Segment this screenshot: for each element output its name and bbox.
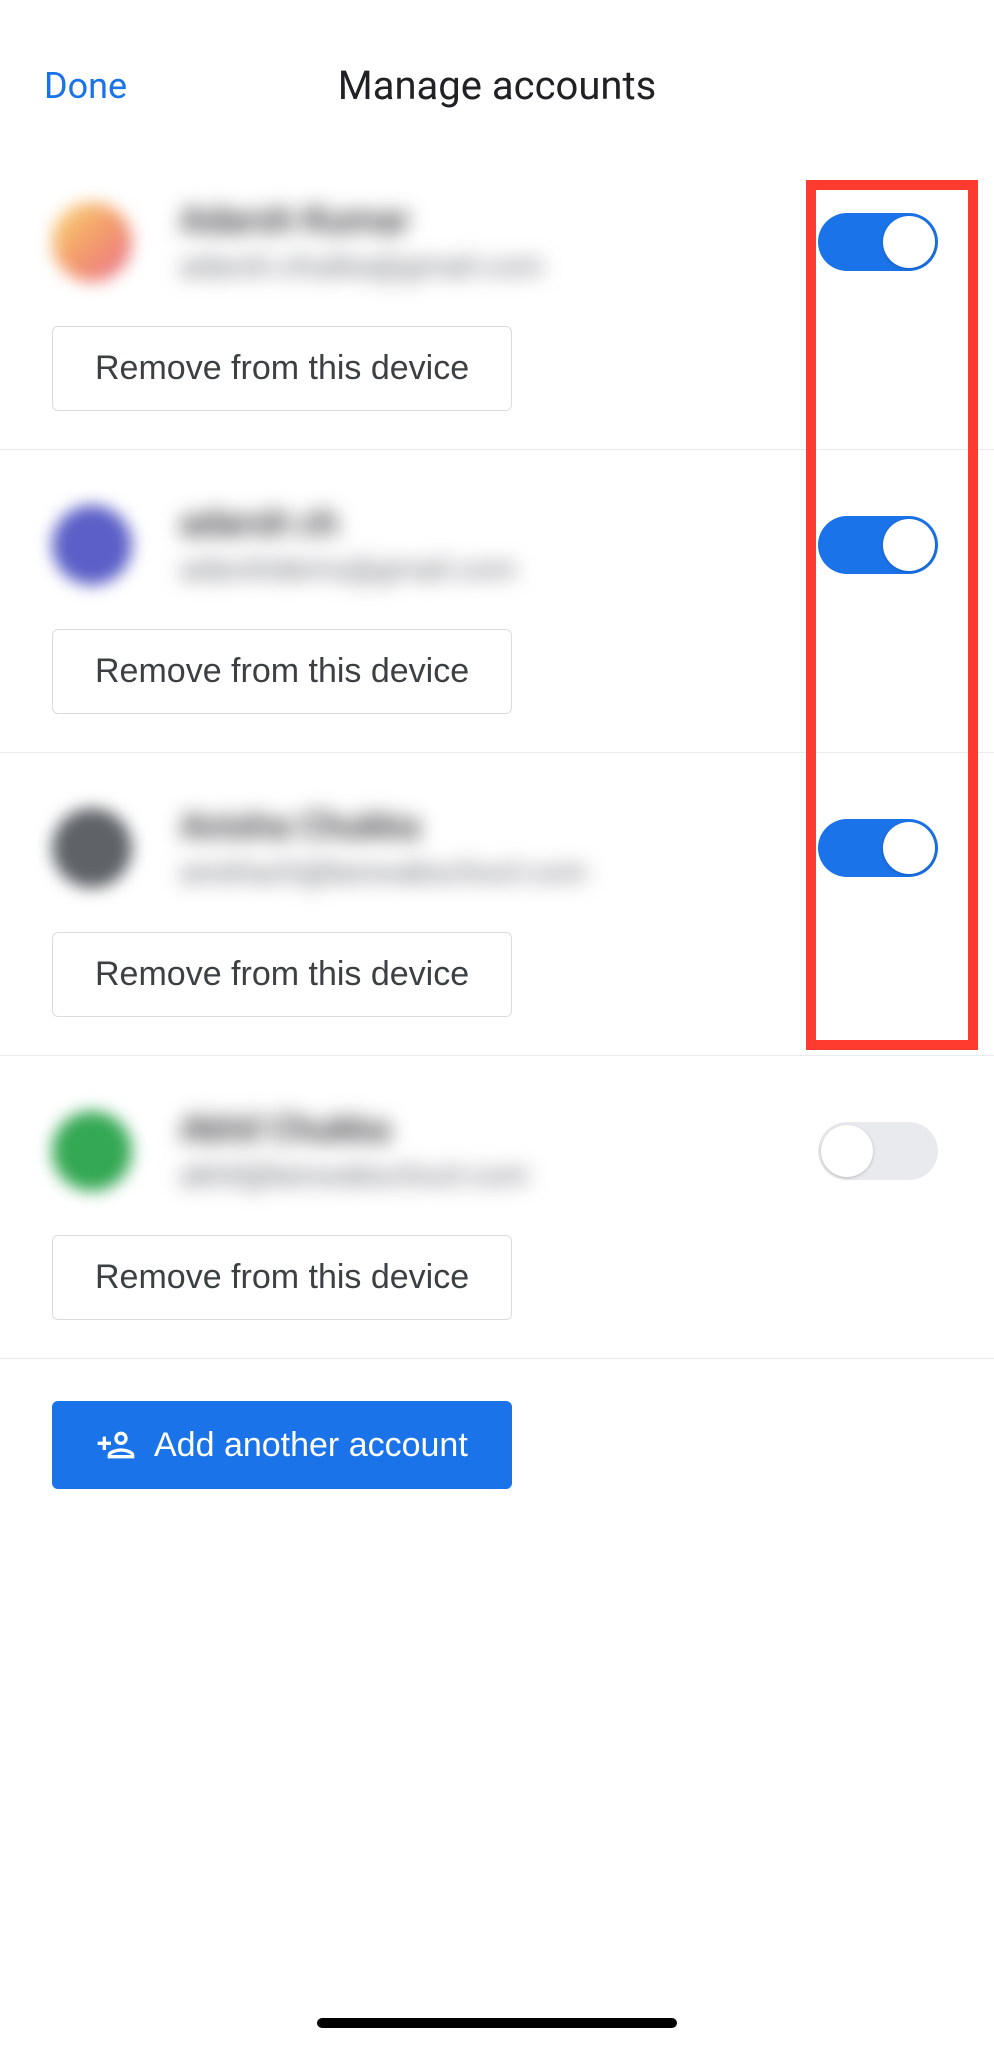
account-row: Adarsh Kumar adarsh.chukka@gmail.com <box>52 199 946 284</box>
toggle-container <box>818 516 946 574</box>
account-row: adarsh ch adarshdemo@gmail.com <box>52 502 946 587</box>
avatar <box>52 808 132 888</box>
avatar <box>52 1111 132 1191</box>
account-email: anishach@kenwabschool.com <box>180 855 818 890</box>
toggle-knob <box>883 519 935 571</box>
account-name: adarsh ch <box>180 502 818 544</box>
add-another-account-button[interactable]: Add another account <box>52 1401 512 1489</box>
remove-from-device-button[interactable]: Remove from this device <box>52 629 512 714</box>
account-row: Anisha Chukka anishach@kenwabschool.com <box>52 805 946 890</box>
add-account-label: Add another account <box>154 1426 468 1465</box>
account-name: Akhil Chukka <box>180 1108 818 1150</box>
toggle-container <box>818 213 946 271</box>
add-account-section: Add another account <box>0 1359 994 1531</box>
account-toggle[interactable] <box>818 516 938 574</box>
remove-from-device-button[interactable]: Remove from this device <box>52 326 512 411</box>
account-name: Adarsh Kumar <box>180 199 818 241</box>
account-info: Akhil Chukka akhil@kenwabschool.com <box>180 1108 818 1193</box>
account-section: adarsh ch adarshdemo@gmail.com Remove fr… <box>0 450 994 753</box>
page-title: Manage accounts <box>338 62 656 109</box>
toggle-container <box>818 1122 946 1180</box>
account-section: Adarsh Kumar adarsh.chukka@gmail.com Rem… <box>0 147 994 450</box>
account-toggle[interactable] <box>818 1122 938 1180</box>
avatar <box>52 505 132 585</box>
toggle-container <box>818 819 946 877</box>
done-button[interactable]: Done <box>44 65 127 107</box>
header: Done Manage accounts <box>0 0 994 147</box>
account-info: Anisha Chukka anishach@kenwabschool.com <box>180 805 818 890</box>
account-section: Akhil Chukka akhil@kenwabschool.com Remo… <box>0 1056 994 1359</box>
toggle-knob <box>883 822 935 874</box>
person-add-icon <box>96 1425 136 1465</box>
home-indicator[interactable] <box>317 2018 677 2028</box>
toggle-knob <box>821 1125 873 1177</box>
account-toggle[interactable] <box>818 819 938 877</box>
account-row: Akhil Chukka akhil@kenwabschool.com <box>52 1108 946 1193</box>
account-name: Anisha Chukka <box>180 805 818 847</box>
account-info: adarsh ch adarshdemo@gmail.com <box>180 502 818 587</box>
remove-from-device-button[interactable]: Remove from this device <box>52 1235 512 1320</box>
toggle-knob <box>883 216 935 268</box>
account-email: akhil@kenwabschool.com <box>180 1158 818 1193</box>
remove-from-device-button[interactable]: Remove from this device <box>52 932 512 1017</box>
account-email: adarshdemo@gmail.com <box>180 552 818 587</box>
account-info: Adarsh Kumar adarsh.chukka@gmail.com <box>180 199 818 284</box>
account-email: adarsh.chukka@gmail.com <box>180 249 818 284</box>
account-section: Anisha Chukka anishach@kenwabschool.com … <box>0 753 994 1056</box>
account-toggle[interactable] <box>818 213 938 271</box>
avatar <box>52 202 132 282</box>
